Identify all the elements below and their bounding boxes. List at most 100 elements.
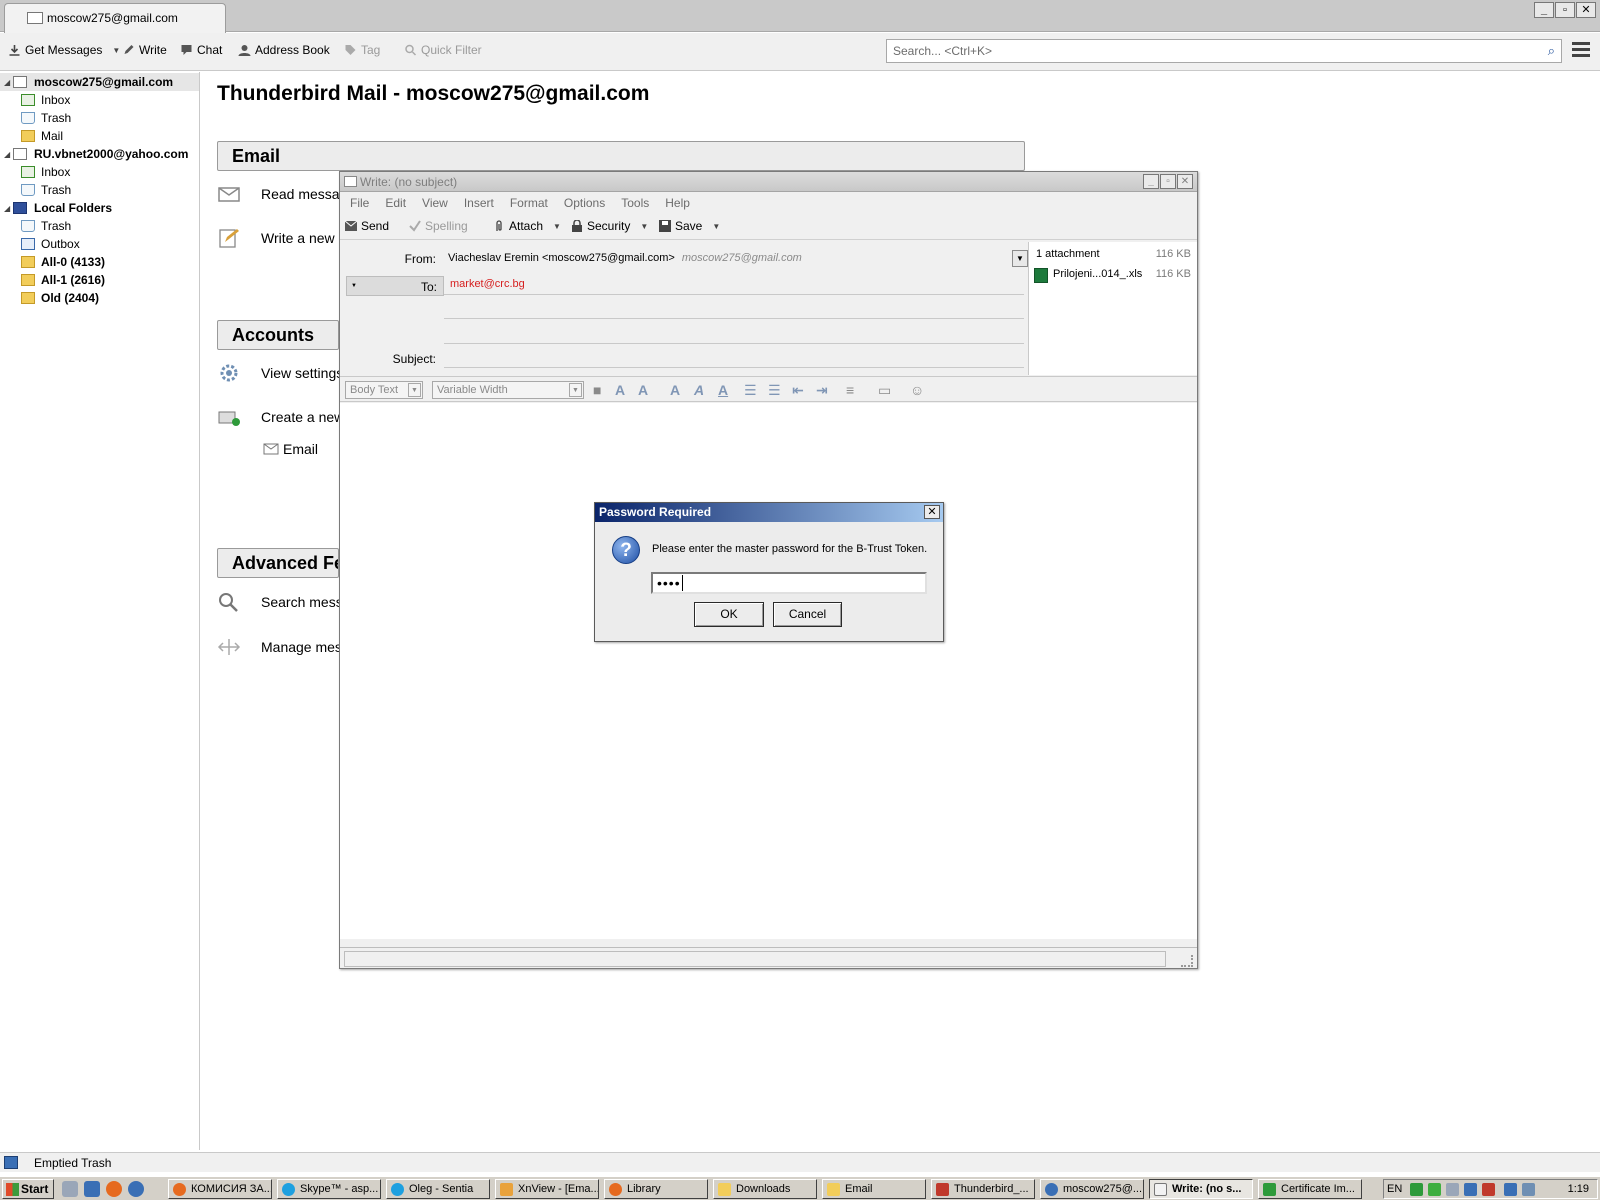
app-menu-icon[interactable] <box>1572 42 1590 60</box>
security-button[interactable]: Security ▼ <box>571 219 648 233</box>
taskbar-item[interactable]: Certificate Im... <box>1258 1179 1362 1199</box>
search-icon[interactable]: ⌕ <box>1548 43 1555 59</box>
get-messages-button[interactable]: Get Messages ▼ <box>8 43 120 57</box>
language-indicator[interactable]: EN <box>1387 1183 1402 1195</box>
chevron-down-icon[interactable]: ▼ <box>112 46 120 55</box>
tray-app-icon[interactable] <box>1410 1183 1423 1196</box>
volume-icon[interactable] <box>1522 1183 1535 1196</box>
underline-icon[interactable]: A <box>718 382 728 398</box>
menu-edit[interactable]: Edit <box>385 196 406 214</box>
to-field[interactable]: market@crc.bg <box>444 273 1024 295</box>
save-button[interactable]: Save ▼ <box>659 219 720 233</box>
attachment-item[interactable]: Prilojeni...014_.xls 116 KB <box>1029 268 1197 283</box>
show-desktop-icon[interactable] <box>62 1181 78 1197</box>
read-messages-link[interactable]: Read messag <box>217 184 347 204</box>
manage-filters-link[interactable]: Manage mes <box>217 637 342 657</box>
message-body-editor[interactable] <box>340 403 1197 939</box>
password-input[interactable]: •••• <box>651 572 927 594</box>
account-yahoo[interactable]: ◢ RU.vbnet2000@yahoo.com <box>0 145 199 163</box>
collapse-icon[interactable]: ◢ <box>4 150 10 159</box>
collapse-icon[interactable]: ◢ <box>4 78 10 87</box>
firefox-icon[interactable] <box>106 1181 122 1197</box>
tab-mail-account[interactable]: moscow275@gmail.com <box>4 3 226 33</box>
taskbar-item[interactable]: Skype™ - asp... <box>277 1179 381 1199</box>
folder-all-0[interactable]: All-0 (4133) <box>0 253 199 271</box>
text-color-icon[interactable]: ■ <box>593 382 601 398</box>
tray-check-icon[interactable] <box>1428 1183 1441 1196</box>
taskbar-item[interactable]: Library <box>604 1179 708 1199</box>
smiley-icon[interactable]: ☺ <box>910 382 924 398</box>
taskbar-item[interactable]: Oleg - Sentia <box>386 1179 490 1199</box>
view-settings-link[interactable]: View settings <box>217 363 343 383</box>
outdent-icon[interactable]: ⇤ <box>792 382 804 399</box>
paragraph-format-select[interactable]: Body Text ▼ <box>345 381 423 399</box>
thunderbird-icon[interactable] <box>128 1181 144 1197</box>
chevron-down-icon[interactable]: ▼ <box>553 222 561 231</box>
spelling-button[interactable]: Spelling <box>409 219 468 233</box>
font-select[interactable]: Variable Width ▼ <box>432 381 584 399</box>
attach-button[interactable]: Attach ▼ <box>493 219 561 233</box>
menu-insert[interactable]: Insert <box>464 196 494 214</box>
indent-icon[interactable]: ⇥ <box>816 382 828 399</box>
menu-help[interactable]: Help <box>665 196 690 214</box>
recipient-field-empty[interactable] <box>444 322 1024 344</box>
resize-grip-icon[interactable] <box>1181 955 1193 967</box>
chevron-down-icon[interactable]: ▼ <box>712 222 720 231</box>
italic-icon[interactable]: A <box>694 382 704 398</box>
menu-options[interactable]: Options <box>564 196 605 214</box>
minimize-button[interactable]: _ <box>1143 174 1159 189</box>
taskbar-item[interactable]: Downloads <box>713 1179 817 1199</box>
taskbar-item[interactable]: Thunderbird_... <box>931 1179 1035 1199</box>
quick-filter-button[interactable]: Quick Filter <box>404 43 482 57</box>
folder-trash[interactable]: Trash <box>0 217 199 235</box>
write-message-link[interactable]: Write a new <box>217 228 335 248</box>
write-button[interactable]: Write <box>122 43 167 57</box>
close-button[interactable]: ✕ <box>1177 174 1193 189</box>
subject-field[interactable] <box>444 346 1024 368</box>
folder-all-1[interactable]: All-1 (2616) <box>0 271 199 289</box>
menu-tools[interactable]: Tools <box>621 196 649 214</box>
folder-inbox[interactable]: Inbox <box>0 163 199 181</box>
ok-button[interactable]: OK <box>694 602 764 627</box>
connection-status-icon[interactable] <box>4 1156 18 1169</box>
from-selector[interactable]: Viacheslav Eremin <moscow275@gmail.com> … <box>444 249 1028 269</box>
taskbar-item[interactable]: Email <box>822 1179 926 1199</box>
close-button[interactable]: ✕ <box>1576 2 1596 18</box>
restore-button[interactable]: ▫ <box>1555 2 1575 18</box>
folder-trash[interactable]: Trash <box>0 109 199 127</box>
bullet-list-icon[interactable]: ☰ <box>744 382 757 399</box>
tray-alert-icon[interactable] <box>1482 1183 1495 1196</box>
folder-outbox[interactable]: Outbox <box>0 235 199 253</box>
collapse-icon[interactable]: ◢ <box>4 204 10 213</box>
taskbar-item[interactable]: moscow275@... <box>1040 1179 1144 1199</box>
menu-view[interactable]: View <box>422 196 448 214</box>
chat-button[interactable]: Chat <box>180 43 222 57</box>
account-gmail[interactable]: ◢ moscow275@gmail.com <box>0 73 199 91</box>
send-button[interactable]: Send <box>345 219 389 233</box>
menu-file[interactable]: File <box>350 196 369 214</box>
tray-network-icon[interactable] <box>1446 1183 1459 1196</box>
folder-old[interactable]: Old (2404) <box>0 289 199 307</box>
taskbar-item[interactable]: XnView - [Ema... <box>495 1179 599 1199</box>
maximize-button[interactable]: ▫ <box>1160 174 1176 189</box>
search-input[interactable]: Search... <Ctrl+K> ⌕ <box>886 39 1562 63</box>
search-messages-link[interactable]: Search mess <box>217 592 343 612</box>
email-account-link[interactable]: Email <box>263 441 318 457</box>
compose-titlebar[interactable]: Write: (no subject) _ ▫ ✕ <box>340 172 1197 192</box>
font-larger-icon[interactable]: A <box>638 382 648 398</box>
folder-trash[interactable]: Trash <box>0 181 199 199</box>
chevron-down-icon[interactable]: ▼ <box>640 222 648 231</box>
menu-format[interactable]: Format <box>510 196 548 214</box>
clock[interactable]: 1:19 <box>1568 1183 1589 1195</box>
tray-display-icon[interactable] <box>1504 1183 1517 1196</box>
align-icon[interactable]: ≡ <box>846 382 854 398</box>
create-account-link[interactable]: Create a new <box>217 407 344 427</box>
account-local-folders[interactable]: ◢ Local Folders <box>0 199 199 217</box>
address-book-button[interactable]: Address Book <box>238 43 330 57</box>
cancel-button[interactable]: Cancel <box>773 602 842 627</box>
bold-icon[interactable]: A <box>670 382 680 398</box>
chevron-down-icon[interactable]: ▼ <box>1012 250 1028 267</box>
recipient-field-empty[interactable] <box>444 297 1024 319</box>
numbered-list-icon[interactable]: ☰ <box>768 382 781 399</box>
taskbar-item-active[interactable]: Write: (no s... <box>1149 1179 1253 1199</box>
